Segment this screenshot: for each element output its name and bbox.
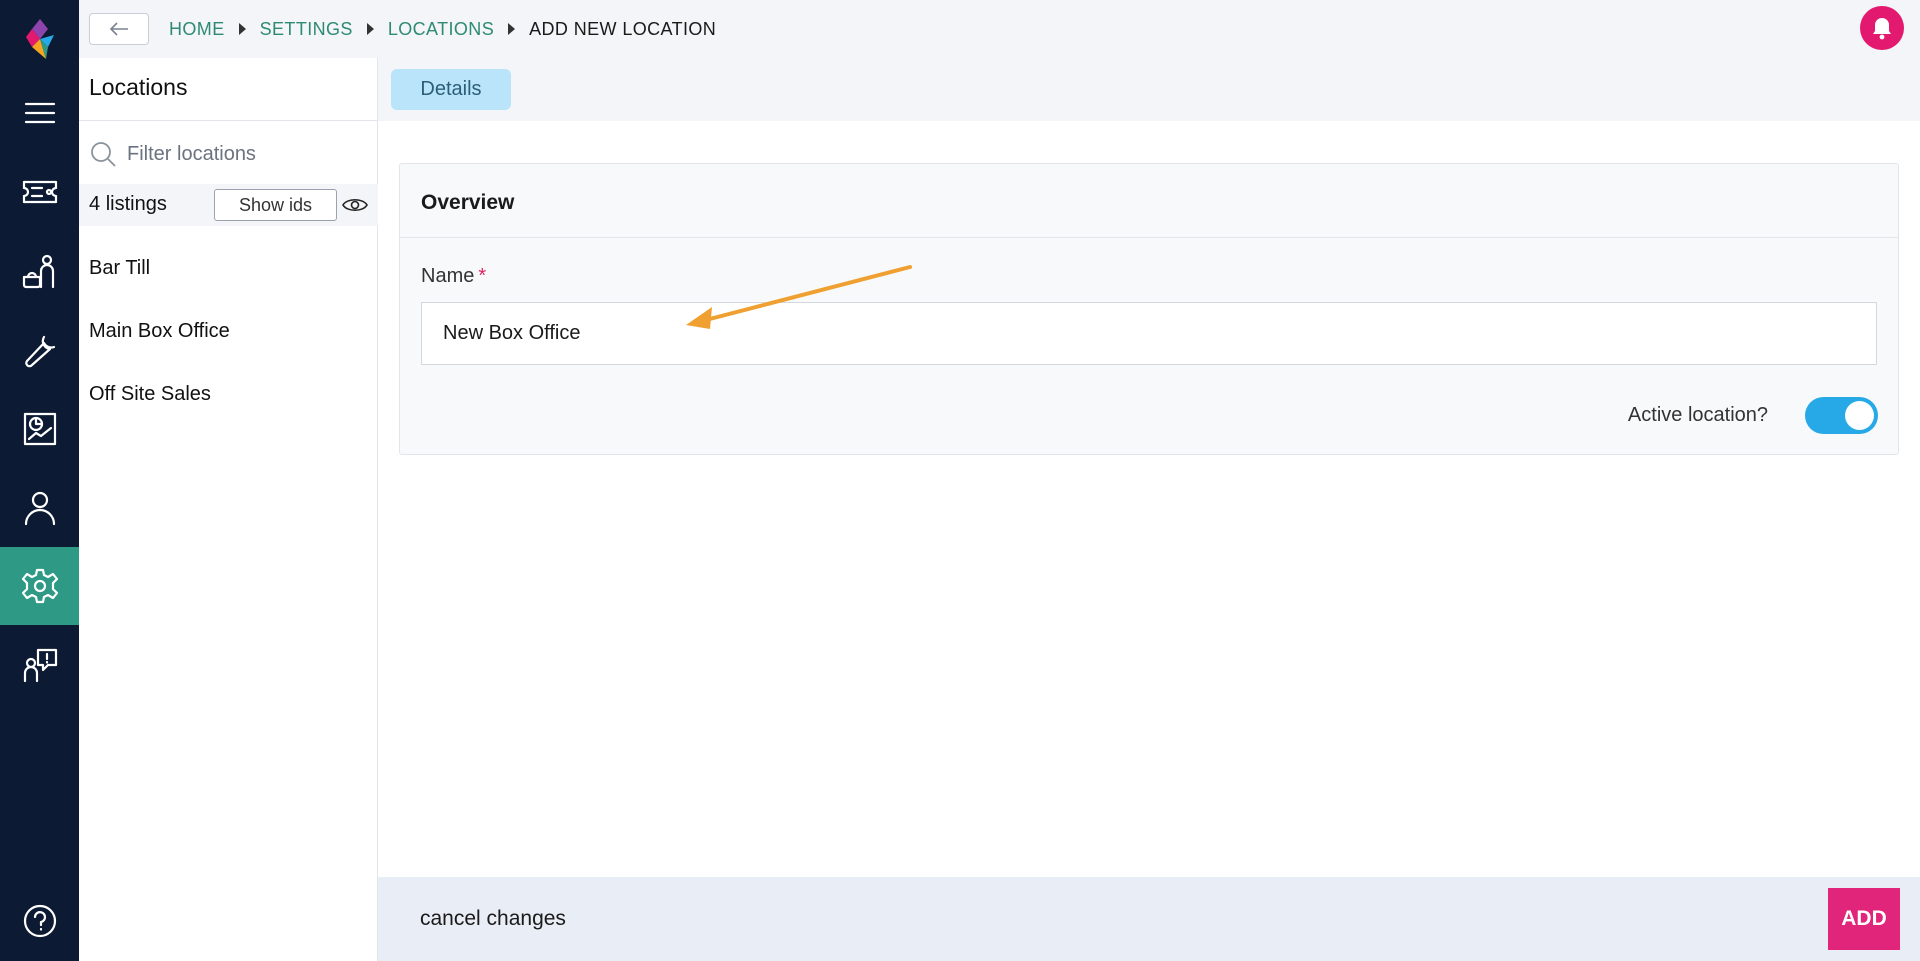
rail-item-tickets[interactable]: [0, 153, 79, 231]
bell-icon: [1873, 18, 1891, 40]
attendees-icon: [22, 254, 54, 289]
name-input[interactable]: [421, 302, 1877, 365]
listing-count-number: 4: [89, 193, 101, 215]
cancel-changes-link[interactable]: cancel changes: [420, 907, 566, 931]
wrench-icon: [24, 335, 55, 368]
breadcrumb-home[interactable]: HOME: [169, 19, 225, 40]
rail-item-help[interactable]: [0, 882, 79, 960]
rail-item-customers[interactable]: [0, 469, 79, 547]
location-item[interactable]: Main Box Office: [89, 320, 230, 343]
divider: [79, 120, 378, 121]
active-location-label: Active location?: [1627, 404, 1768, 426]
breadcrumb-separator-icon: [238, 23, 246, 35]
footer-bar: cancel changes ADD: [378, 877, 1920, 961]
user-icon: [24, 491, 55, 526]
listing-count-label: listings: [105, 193, 167, 215]
rail-item-attendees[interactable]: [0, 232, 79, 310]
eye-icon: [342, 198, 368, 212]
tab-strip: Details: [378, 58, 1920, 121]
support-icon: [23, 648, 57, 683]
ticket-icon: [22, 180, 57, 204]
top-bar: HOME SETTINGS LOCATIONS ADD NEW LOCATION: [79, 0, 1920, 58]
menu-button[interactable]: [0, 74, 79, 152]
location-item[interactable]: Bar Till: [89, 257, 150, 280]
breadcrumb-current: ADD NEW LOCATION: [529, 18, 717, 39]
breadcrumb-settings[interactable]: SETTINGS: [260, 19, 353, 40]
add-button[interactable]: ADD: [1828, 888, 1900, 950]
annotation-arrow-icon: [686, 265, 912, 329]
breadcrumb-locations[interactable]: LOCATIONS: [388, 19, 494, 40]
breadcrumb-separator-icon: [508, 23, 516, 35]
hamburger-icon: [24, 102, 55, 124]
panel-title: Locations: [89, 74, 188, 100]
location-item[interactable]: Off Site Sales: [89, 383, 211, 406]
toggle-knob: [1845, 401, 1874, 430]
help-icon: [23, 904, 56, 938]
rail-item-reports[interactable]: [0, 390, 79, 468]
nav-rail: [0, 0, 79, 961]
rail-item-tools[interactable]: [0, 312, 79, 390]
rail-item-settings[interactable]: [0, 547, 79, 625]
show-ids-button[interactable]: Show ids: [214, 189, 337, 221]
report-icon: [23, 412, 56, 446]
name-label-text: Name: [421, 265, 475, 287]
tab-details[interactable]: Details: [391, 69, 511, 110]
active-location-toggle[interactable]: [1805, 397, 1878, 434]
back-button[interactable]: [89, 13, 149, 45]
overview-card: Overview Name* Active location?: [399, 163, 1899, 455]
filter-field: [89, 134, 369, 174]
filter-locations-input[interactable]: [127, 142, 357, 166]
locations-panel: Locations 4 listings Show ids Bar Till M…: [79, 58, 378, 961]
rail-item-support[interactable]: [0, 626, 79, 704]
arrow-left-icon: [109, 22, 128, 36]
search-icon: [91, 142, 116, 167]
card-title: Overview: [421, 191, 515, 214]
required-marker: *: [478, 265, 487, 287]
logo-icon: [25, 19, 54, 59]
name-label: Name *: [421, 265, 486, 288]
app-logo[interactable]: [0, 10, 79, 70]
breadcrumb-separator-icon: [366, 23, 374, 35]
gear-icon: [21, 568, 58, 604]
card-header: Overview: [400, 164, 1898, 238]
breadcrumb: HOME SETTINGS LOCATIONS ADD NEW LOCATION: [169, 0, 716, 58]
toggle-visibility-button[interactable]: [341, 192, 369, 218]
listing-bar: 4 listings Show ids: [79, 184, 378, 226]
notifications-button[interactable]: [1860, 6, 1904, 50]
listing-count: 4 listings: [89, 193, 167, 216]
